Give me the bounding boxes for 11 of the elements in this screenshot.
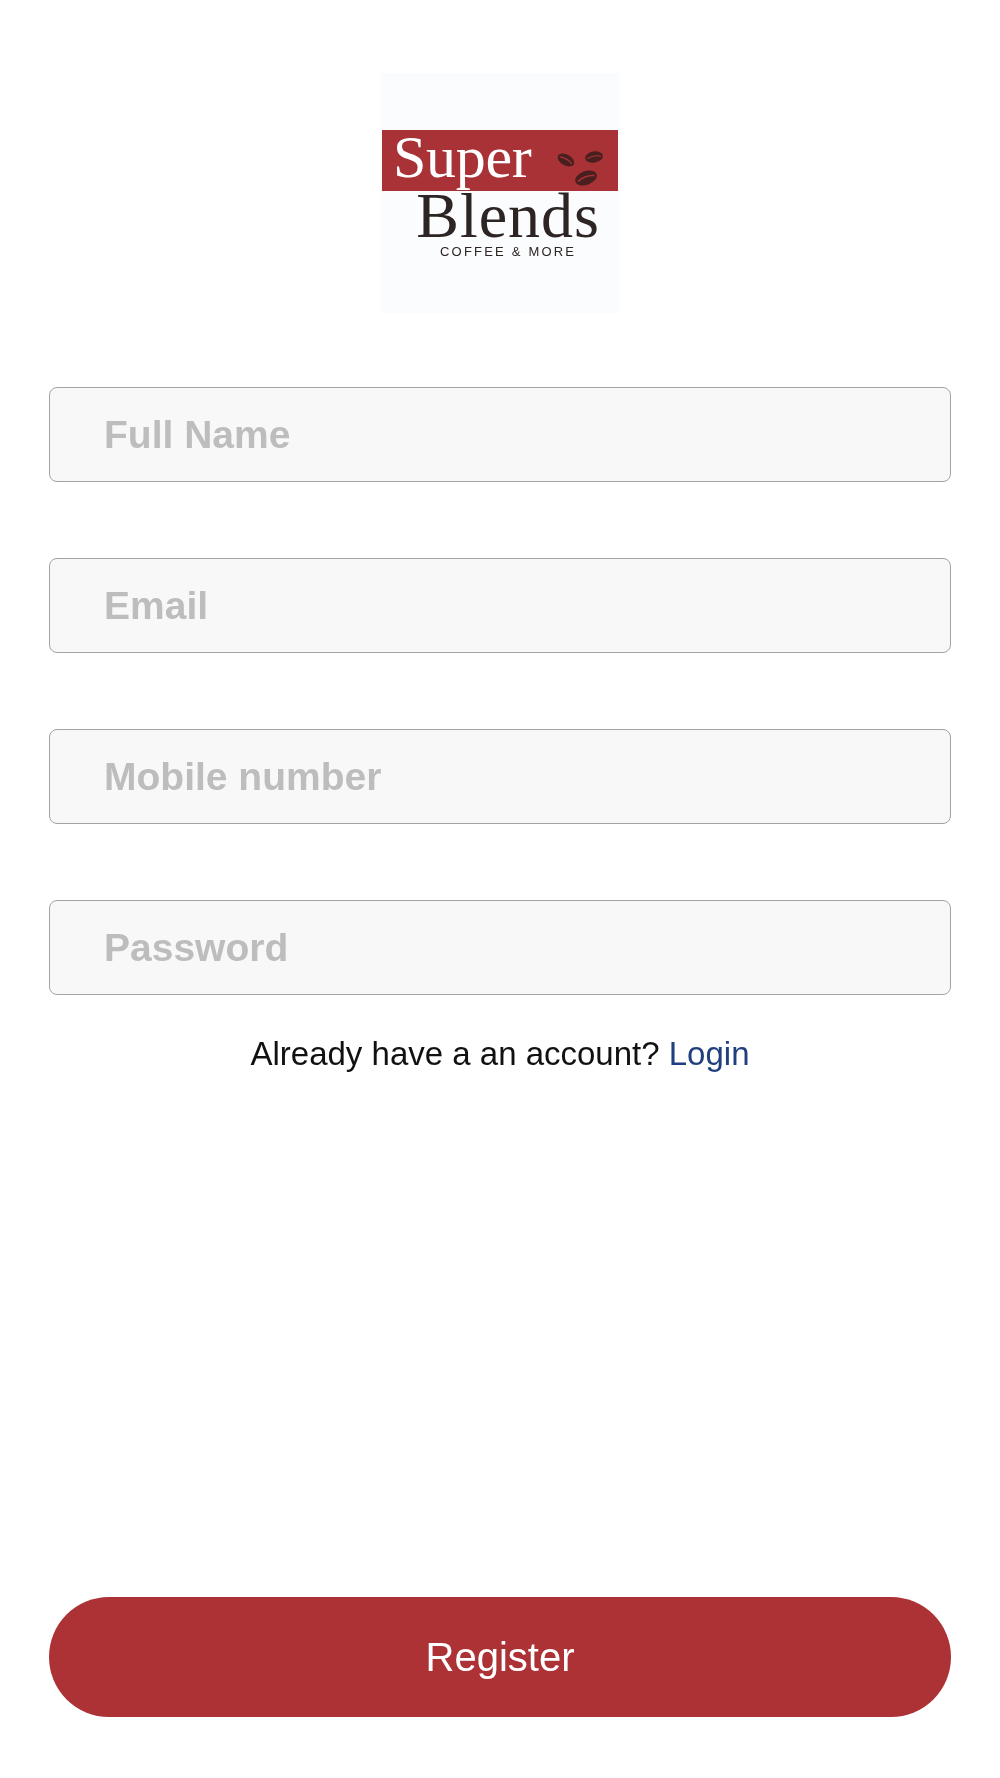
logo-wordmark: Super: [393, 123, 532, 191]
login-link[interactable]: Login: [668, 1035, 750, 1072]
coffee-beans-icon: [555, 148, 605, 188]
input-field[interactable]: Email: [49, 558, 951, 653]
logo-wordmark: Blends: [416, 191, 600, 241]
input-field[interactable]: Password: [49, 900, 951, 995]
logo-tagline: COFFEE & MORE: [440, 245, 577, 258]
login-prompt: Already have a an account? Login: [250, 1034, 750, 1074]
input-field[interactable]: Mobile number: [49, 729, 951, 824]
input-field[interactable]: Full Name: [49, 387, 951, 482]
register-button[interactable]: Register: [49, 1597, 951, 1717]
